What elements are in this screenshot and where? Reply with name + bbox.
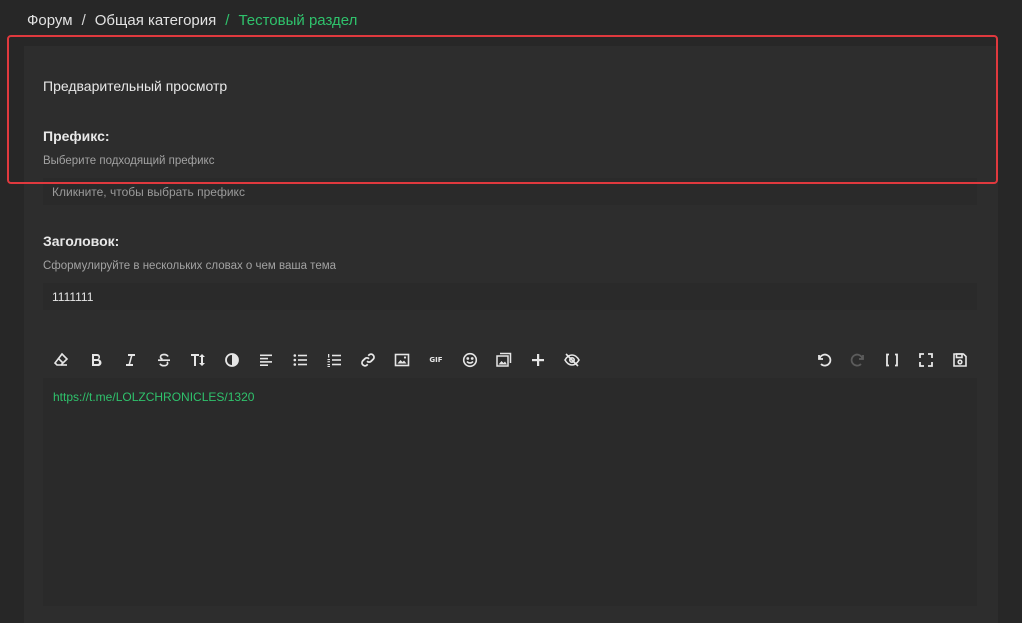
numbered-list-icon[interactable]	[317, 346, 351, 374]
editor-link[interactable]: https://t.me/LOLZCHRONICLES/1320	[53, 390, 254, 404]
fullscreen-icon[interactable]	[909, 346, 943, 374]
text-size-icon[interactable]	[181, 346, 215, 374]
bullet-list-icon[interactable]	[283, 346, 317, 374]
preview-title[interactable]: Предварительный просмотр	[43, 78, 227, 94]
toolbar-right	[807, 346, 977, 374]
breadcrumb-item-forum[interactable]: Форум	[27, 12, 73, 29]
gif-icon[interactable]: GIF	[419, 346, 453, 374]
hide-icon[interactable]	[555, 346, 589, 374]
save-icon[interactable]	[943, 346, 977, 374]
message-editor[interactable]: https://t.me/LOLZCHRONICLES/1320	[43, 378, 977, 606]
breadcrumb-item-section[interactable]: Тестовый раздел	[238, 12, 357, 29]
prefix-select[interactable]: Кликните, чтобы выбрать префикс	[43, 178, 977, 205]
image-icon[interactable]	[385, 346, 419, 374]
link-icon[interactable]	[351, 346, 385, 374]
title-input[interactable]: 1111111	[43, 283, 977, 310]
title-hint: Сформулируйте в нескольких словах о чем …	[43, 260, 337, 272]
editor-toolbar: GIF	[43, 346, 977, 374]
color-icon[interactable]	[215, 346, 249, 374]
redo-icon[interactable]	[841, 346, 875, 374]
gallery-icon[interactable]	[487, 346, 521, 374]
prefix-hint: Выберите подходящий префикс	[43, 155, 215, 167]
brackets-icon[interactable]	[875, 346, 909, 374]
breadcrumb: Форум / Общая категория / Тестовый разде…	[27, 12, 357, 29]
toolbar-left: GIF	[43, 346, 589, 374]
undo-icon[interactable]	[807, 346, 841, 374]
italic-icon[interactable]	[113, 346, 147, 374]
bold-icon[interactable]	[79, 346, 113, 374]
strikethrough-icon[interactable]	[147, 346, 181, 374]
title-label: Заголовок:	[43, 233, 120, 249]
breadcrumb-item-category[interactable]: Общая категория	[95, 12, 217, 29]
plus-icon[interactable]	[521, 346, 555, 374]
prefix-label: Префикс:	[43, 128, 110, 144]
emoji-icon[interactable]	[453, 346, 487, 374]
eraser-icon[interactable]	[43, 346, 79, 374]
breadcrumb-separator: /	[81, 12, 86, 29]
align-icon[interactable]	[249, 346, 283, 374]
breadcrumb-separator: /	[225, 12, 230, 29]
